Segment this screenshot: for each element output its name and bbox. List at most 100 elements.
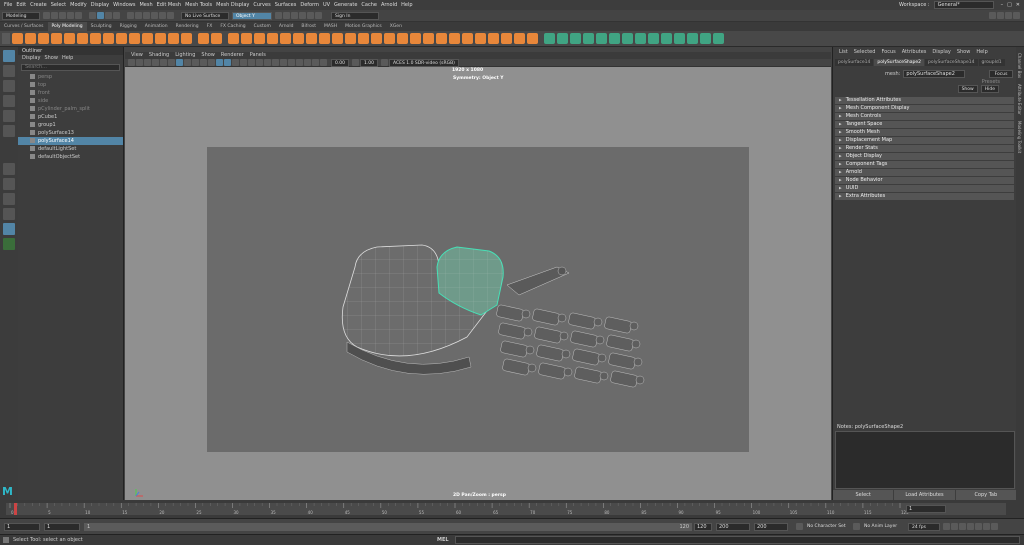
go-to-end-icon[interactable] xyxy=(991,523,998,530)
attr-menu-show[interactable]: Show xyxy=(957,47,971,57)
select-tool-icon[interactable] xyxy=(3,50,15,62)
menu-item-select[interactable]: Select xyxy=(51,2,66,8)
shelf-insert-edge-loop-icon[interactable] xyxy=(475,33,486,44)
side-tab-attribute-editor[interactable]: Attribute Editor xyxy=(1017,84,1022,115)
load-attributes-button[interactable]: Load Attributes xyxy=(894,490,955,500)
shelf-sew-uv-icon[interactable] xyxy=(596,33,607,44)
scale-tool-icon[interactable] xyxy=(3,125,15,137)
save-scene-icon[interactable] xyxy=(59,12,66,19)
toggle-tool-settings-icon[interactable] xyxy=(1013,12,1020,19)
shelf-cut-uv-icon[interactable] xyxy=(609,33,620,44)
menu-item-edit-mesh[interactable]: Edit Mesh xyxy=(157,2,181,8)
attr-tab[interactable]: polySurfaceShape14 xyxy=(925,59,978,66)
outliner-item[interactable]: defaultObjectSet xyxy=(18,153,123,161)
shelf-plane-icon[interactable] xyxy=(77,33,88,44)
new-scene-icon[interactable] xyxy=(43,12,50,19)
mask-icon[interactable] xyxy=(113,12,120,19)
attr-section[interactable]: Displacement Map xyxy=(835,137,1014,144)
move-tool-icon[interactable] xyxy=(3,95,15,107)
shelf-sphere-icon[interactable] xyxy=(12,33,23,44)
play-backward-icon[interactable] xyxy=(967,523,974,530)
outliner-item[interactable]: side xyxy=(18,97,123,105)
rotate-tool-icon[interactable] xyxy=(3,110,15,122)
scene-end-field[interactable]: 200 xyxy=(716,522,750,531)
hypershade-icon[interactable] xyxy=(307,12,314,19)
outliner-item[interactable]: pCube1 xyxy=(18,113,123,121)
open-scene-icon[interactable] xyxy=(51,12,58,19)
viewport-ambient-occlusion-icon[interactable] xyxy=(264,59,271,66)
viewport-menu-lighting[interactable]: Lighting xyxy=(175,52,195,59)
robot-hand-model[interactable] xyxy=(207,147,749,452)
attr-section[interactable]: Mesh Component Display xyxy=(835,105,1014,112)
shelf-extrude-icon[interactable] xyxy=(423,33,434,44)
menu-item-generate[interactable]: Generate xyxy=(334,2,357,8)
outliner-item[interactable]: group1 xyxy=(18,121,123,129)
menu-item-windows[interactable]: Windows xyxy=(113,2,135,8)
outliner-layout-icon[interactable] xyxy=(3,223,15,235)
menu-item-mesh[interactable]: Mesh xyxy=(139,2,152,8)
shelf-camera-map-icon[interactable] xyxy=(674,33,685,44)
menu-item-edit[interactable]: Edit xyxy=(16,2,26,8)
viewport-camera-select-icon[interactable] xyxy=(128,59,135,66)
viewport-safe-title-icon[interactable] xyxy=(208,59,215,66)
shelf-svg-icon[interactable] xyxy=(198,33,209,44)
shelf-pipe-icon[interactable] xyxy=(142,33,153,44)
shelf-tab-sculpting[interactable]: Sculpting xyxy=(87,22,116,31)
shelf-layout-icon[interactable] xyxy=(635,33,646,44)
render-icon[interactable] xyxy=(283,12,290,19)
range-slider[interactable]: 1 120 xyxy=(84,522,692,531)
viewport-hud-icon[interactable] xyxy=(320,59,327,66)
attr-section[interactable]: Tessellation Attributes xyxy=(835,97,1014,104)
persp-outliner-icon[interactable] xyxy=(3,193,15,205)
symmetry-dropdown[interactable]: Object Y xyxy=(232,11,272,20)
shelf-spherical-map-icon[interactable] xyxy=(583,33,594,44)
current-frame-field[interactable]: 1 xyxy=(906,505,946,513)
shelf-quad-draw-icon[interactable] xyxy=(501,33,512,44)
menu-item-mesh-tools[interactable]: Mesh Tools xyxy=(185,2,212,8)
shelf-separate-icon[interactable] xyxy=(254,33,265,44)
shelf-automatic-map-icon[interactable] xyxy=(557,33,568,44)
select-button[interactable]: Select xyxy=(833,490,894,500)
viewport-motion-blur-icon[interactable] xyxy=(272,59,279,66)
shelf-tab-rigging[interactable]: Rigging xyxy=(116,22,141,31)
exposure-field[interactable]: 0.00 xyxy=(331,58,349,67)
shelf-prism-icon[interactable] xyxy=(129,33,140,44)
viewport-menu-panels[interactable]: Panels xyxy=(250,52,266,59)
menu-item-uv[interactable]: UV xyxy=(323,2,330,8)
viewport-gate-mask-icon[interactable] xyxy=(184,59,191,66)
shelf-poke-icon[interactable] xyxy=(449,33,460,44)
current-frame-indicator[interactable] xyxy=(14,503,17,515)
shelf-tab-bifrost[interactable]: Bifrost xyxy=(297,22,320,31)
play-forward-icon[interactable] xyxy=(975,523,982,530)
attr-menu-display[interactable]: Display xyxy=(932,47,950,57)
shelf-cone-icon[interactable] xyxy=(51,33,62,44)
shelf-menu-icon[interactable] xyxy=(2,33,10,44)
shelf-extract-icon[interactable] xyxy=(332,33,343,44)
shelf-checker-icon[interactable] xyxy=(661,33,672,44)
3d-viewport[interactable]: 1920 x 1080 Symmetry: Object Y 2D Pan/Zo… xyxy=(125,67,831,500)
undo-icon[interactable] xyxy=(67,12,74,19)
step-forward-frame-icon[interactable] xyxy=(983,523,990,530)
single-view-icon[interactable] xyxy=(3,163,15,175)
viewport-anti-alias-icon[interactable] xyxy=(280,59,287,66)
side-tab-modeling-toolkit[interactable]: Modeling Toolkit xyxy=(1017,121,1022,153)
paint-select-tool-icon[interactable] xyxy=(3,80,15,92)
maximize-icon[interactable]: □ xyxy=(1007,2,1012,8)
minimize-icon[interactable]: – xyxy=(1001,2,1004,8)
outliner-menu-help[interactable]: Help xyxy=(62,55,73,62)
shelf-wedge-icon[interactable] xyxy=(462,33,473,44)
character-set-icon[interactable] xyxy=(796,523,803,530)
outliner-menu-show[interactable]: Show xyxy=(44,55,58,62)
view-transform-dropdown[interactable]: ACES 1.0 SDR-video (sRGB) xyxy=(389,58,459,67)
notes-textarea[interactable] xyxy=(835,431,1015,489)
viewport-menu-show[interactable]: Show xyxy=(201,52,215,59)
menu-item-curves[interactable]: Curves xyxy=(253,2,270,8)
viewport-film-gate-icon[interactable] xyxy=(168,59,175,66)
shelf-tab-custom[interactable]: Custom xyxy=(250,22,275,31)
mesh-name-field[interactable]: polySurfaceShape2 xyxy=(903,70,966,78)
shelf-combine-icon[interactable] xyxy=(241,33,252,44)
attr-section[interactable]: Mesh Controls xyxy=(835,113,1014,120)
shelf-type-icon[interactable] xyxy=(211,33,222,44)
viewport-safe-action-icon[interactable] xyxy=(200,59,207,66)
gamma-field[interactable]: 1.00 xyxy=(360,58,378,67)
